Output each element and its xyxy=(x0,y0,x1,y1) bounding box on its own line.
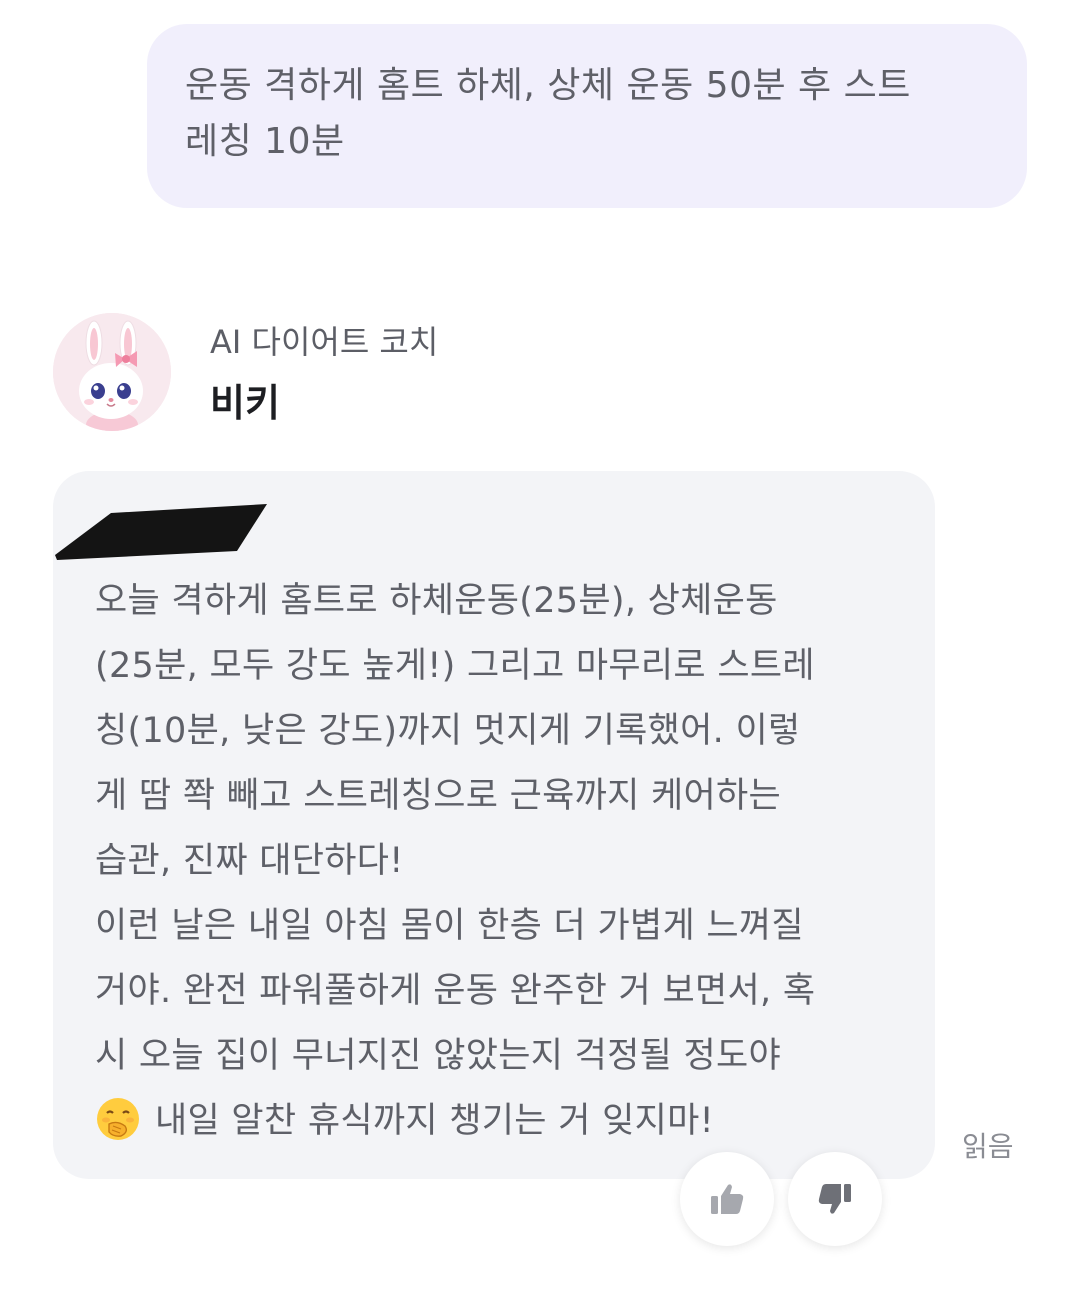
bot-message-line: (25분, 모두 강도 높게!) 그리고 마무리로 스트레 xyxy=(95,646,815,686)
bot-message-last-text: 내일 알찬 휴식까지 챙기는 거 잊지마! xyxy=(155,1101,714,1141)
bot-message-line: 시 오늘 집이 무너지진 않았는지 걱정될 정도야 xyxy=(95,1036,782,1076)
user-message-text: 운동 격하게 홈트 하체, 상체 운동 50분 후 스트 레칭 10분 xyxy=(185,58,991,170)
bunny-avatar-icon[interactable] xyxy=(53,313,171,431)
redaction-mark xyxy=(55,504,267,560)
read-status: 읽음 xyxy=(962,1130,1014,1163)
thumbs-down-icon xyxy=(818,1184,851,1214)
bot-role-label: AI 다이어트 코치 xyxy=(210,323,439,361)
bot-message-line: 게 땀 쫙 빼고 스트레칭으로 근육까지 케어하는 xyxy=(95,776,782,816)
bot-message-line: 칭(10분, 낮은 강도)까지 멋지게 기록했어. 이렇 xyxy=(95,711,801,751)
hand-over-mouth-emoji-icon xyxy=(97,1098,139,1140)
thumbs-up-icon xyxy=(711,1184,744,1214)
bot-message-line: 오늘 격하게 홈트로 하체운동(25분), 상체운동 xyxy=(95,581,778,621)
bot-message-bubble: 오늘 격하게 홈트로 하체운동(25분), 상체운동 (25분, 모두 강도 높… xyxy=(53,471,935,1179)
bot-message-last-line: 내일 알찬 휴식까지 챙기는 거 잊지마! xyxy=(95,1089,905,1154)
bot-message-line: 이런 날은 내일 아침 몸이 한층 더 가볍게 느껴질 xyxy=(95,906,804,946)
user-message-line: 운동 격하게 홈트 하체, 상체 운동 50분 후 스트 xyxy=(185,65,911,106)
bot-message-line: 거야. 완전 파워풀하게 운동 완주한 거 보면서, 혹 xyxy=(95,971,816,1011)
user-message-bubble: 운동 격하게 홈트 하체, 상체 운동 50분 후 스트 레칭 10분 xyxy=(147,24,1027,208)
bot-message-line: 습관, 진짜 대단하다! xyxy=(95,841,404,881)
dislike-button[interactable] xyxy=(788,1152,882,1246)
like-button[interactable] xyxy=(680,1152,774,1246)
bot-message-text: 오늘 격하게 홈트로 하체운동(25분), 상체운동 (25분, 모두 강도 높… xyxy=(95,569,905,1154)
bot-name: 비키 xyxy=(210,381,280,425)
user-message-line: 레칭 10분 xyxy=(185,121,345,162)
